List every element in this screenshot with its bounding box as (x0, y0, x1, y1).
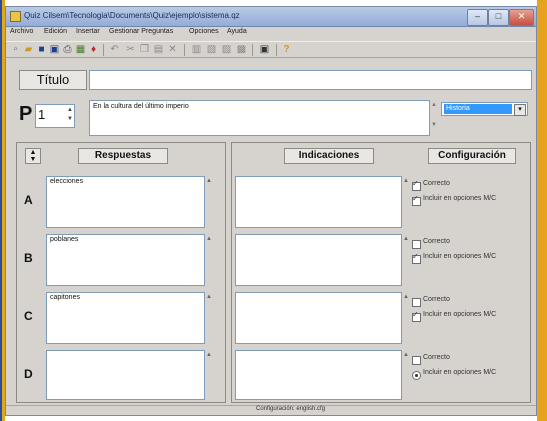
include-mc-radio[interactable] (412, 371, 421, 380)
answer-scrollbar[interactable]: ▲ (205, 352, 213, 358)
answer-text-area[interactable]: poblanes (46, 234, 205, 286)
menu-opciones[interactable]: Opciones (189, 28, 219, 35)
answer-text-area[interactable]: capitones (46, 292, 205, 344)
title-input[interactable] (89, 70, 532, 90)
question-type-select[interactable]: Historia ▾ (441, 102, 528, 116)
maximize-button[interactable]: □ (488, 9, 509, 26)
indication-text-area[interactable] (235, 350, 402, 400)
correct-label: Correcto (423, 354, 450, 361)
correct-checkbox[interactable] (412, 298, 421, 307)
toolbar-separator (184, 44, 185, 56)
screen-icon[interactable]: ▣ (258, 43, 271, 56)
indication-text-area[interactable] (235, 176, 402, 228)
new-icon[interactable]: ▫ (9, 43, 22, 56)
move-up-icon[interactable]: ▧ (205, 43, 218, 56)
menu-gestionar-preguntas[interactable]: Gestionar Preguntas (109, 28, 173, 35)
status-bar: Configuración: english.cfg (6, 405, 536, 415)
window-controls: – □ ✕ (467, 9, 534, 26)
correct-label: Correcto (423, 238, 450, 245)
undo-icon[interactable]: ↶ (108, 43, 121, 56)
open-icon[interactable]: ▰ (22, 43, 35, 56)
include-mc-label: Incluir en opciones M/C (423, 253, 497, 260)
cut-icon[interactable]: ✂ (124, 43, 137, 56)
answer-scrollbar[interactable]: ▲ (205, 236, 213, 242)
chevron-down-icon[interactable]: ▾ (514, 104, 526, 116)
delete-icon[interactable]: ✕ (166, 43, 179, 56)
answer-text-area[interactable] (46, 350, 205, 400)
question-p-label: P (19, 103, 33, 125)
indication-text-area[interactable] (235, 234, 402, 286)
include-mc-checkbox[interactable] (412, 194, 421, 206)
include-mc-label: Incluir en opciones M/C (423, 369, 497, 376)
info-icon[interactable]: ▩ (235, 43, 248, 56)
print-icon[interactable]: ⎙ (61, 43, 74, 56)
spin-arrows-icon[interactable]: ▲ ▼ (67, 106, 73, 124)
question-text-area[interactable]: En la cultura del último imperio (89, 100, 430, 136)
calculator-icon[interactable]: ▦ (74, 43, 87, 56)
minimize-button[interactable]: – (467, 9, 488, 26)
save-icon[interactable]: ■ (35, 43, 48, 56)
indication-scrollbar[interactable]: ▲ (402, 352, 410, 358)
answer-scrollbar[interactable]: ▲ (205, 178, 213, 184)
correct-checkbox[interactable] (412, 179, 421, 191)
answer-letter: A (24, 193, 33, 207)
toolbar-separator (103, 44, 104, 56)
image-icon[interactable]: ♦ (87, 43, 100, 56)
menu-archivo[interactable]: Archivo (10, 28, 33, 35)
left-edge-stripe (0, 0, 2, 421)
title-label: Título (19, 70, 87, 90)
include-mc-label: Incluir en opciones M/C (423, 195, 497, 202)
copy-icon[interactable]: ❐ (138, 43, 151, 56)
answer-scrollbar[interactable]: ▲ (205, 294, 213, 300)
menu-bar: Archivo Edición Insertar Gestionar Pregu… (6, 28, 536, 40)
include-mc-label: Incluir en opciones M/C (423, 311, 497, 318)
move-down-icon[interactable]: ▨ (220, 43, 233, 56)
question-type-value: Historia (444, 104, 512, 114)
paste-icon[interactable]: ▤ (152, 43, 165, 56)
indications-header: Indicaciones (284, 148, 374, 164)
menu-ayuda[interactable]: Ayuda (227, 28, 247, 35)
toolbar-separator (252, 44, 253, 56)
sort-arrows-button[interactable]: ▲ ▼ (25, 148, 41, 164)
toolbar: ▫ ▰ ■ ▣ ⎙ ▦ ♦ ↶ ✂ ❐ ▤ ✕ ▥ ▧ ▨ ▩ ▣ ? (6, 41, 536, 58)
indication-text-area[interactable] (235, 292, 402, 344)
status-text: Configuración: english.cfg (256, 406, 326, 412)
responses-header: Respuestas (78, 148, 168, 164)
answer-letter: D (24, 367, 33, 381)
table-icon[interactable]: ▥ (190, 43, 203, 56)
indication-scrollbar[interactable]: ▲ (402, 236, 410, 242)
menu-edicion[interactable]: Edición (44, 28, 67, 35)
sort-icon: ▲ ▼ (29, 149, 37, 163)
app-icon (10, 11, 21, 22)
save-as-icon[interactable]: ▣ (48, 43, 61, 56)
question-number: 1 (38, 107, 46, 122)
indication-scrollbar[interactable]: ▲ (402, 178, 410, 184)
correct-checkbox[interactable] (412, 240, 421, 249)
help-icon[interactable]: ? (280, 43, 293, 56)
answer-letter: B (24, 251, 33, 265)
correct-label: Correcto (423, 180, 450, 187)
menu-insertar[interactable]: Insertar (76, 28, 100, 35)
config-header: Configuración (428, 148, 516, 164)
window-title: Quiz Cilsem\Tecnologia\Documents\Quiz\ej… (24, 11, 240, 20)
right-edge-bar (537, 0, 547, 421)
app-window: Quiz Cilsem\Tecnologia\Documents\Quiz\ej… (5, 6, 537, 416)
question-number-stepper[interactable]: 1 ▲ ▼ (35, 104, 75, 128)
answer-text-area[interactable]: elecciones (46, 176, 205, 228)
correct-checkbox[interactable] (412, 356, 421, 365)
toolbar-separator (276, 44, 277, 56)
close-button[interactable]: ✕ (509, 9, 534, 26)
question-scrollbar[interactable]: ▲ ▼ (430, 100, 438, 136)
indication-scrollbar[interactable]: ▲ (402, 294, 410, 300)
correct-label: Correcto (423, 296, 450, 303)
include-mc-checkbox[interactable] (412, 252, 421, 264)
include-mc-checkbox[interactable] (412, 310, 421, 322)
title-bar: Quiz Cilsem\Tecnologia\Documents\Quiz\ej… (6, 7, 536, 27)
answer-letter: C (24, 309, 33, 323)
